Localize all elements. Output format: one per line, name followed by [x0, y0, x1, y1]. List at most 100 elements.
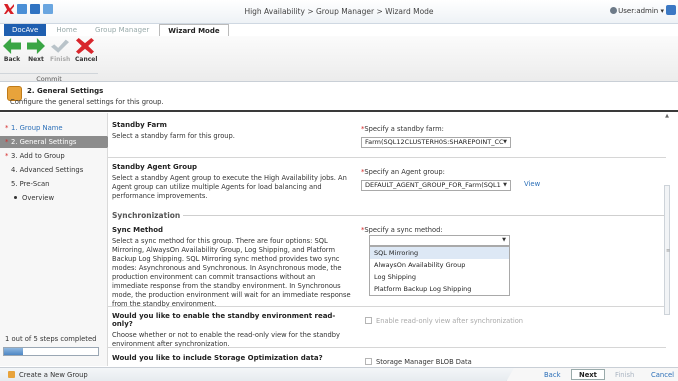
synchronization-section-title: Synchronization: [112, 211, 184, 220]
finish-button[interactable]: Finish: [50, 38, 70, 63]
step-label: Overview: [22, 194, 54, 202]
chevron-down-icon: ▼: [503, 139, 507, 145]
read-only-section: Would you like to enable the standby env…: [112, 312, 352, 349]
create-new-group[interactable]: Create a New Group: [8, 371, 88, 379]
storage-option[interactable]: Storage Manager BLOB Data: [365, 358, 472, 366]
step-label: 1. Group Name: [11, 124, 63, 132]
cancel-x-icon: [76, 38, 94, 54]
storage-blob-checkbox[interactable]: [365, 358, 372, 365]
chevron-down-icon: ▼: [503, 182, 507, 188]
ribbon: Back Next Finish Cancel Commit: [0, 36, 678, 83]
scroll-grip-icon: ≡: [666, 248, 670, 254]
bottom-cancel-button[interactable]: Cancel: [651, 371, 674, 379]
divider: [108, 347, 666, 348]
user-icon: [610, 7, 618, 14]
standby-agent-field: *Specify an Agent group: DEFAULT_AGENT_G…: [361, 168, 511, 191]
tab-home[interactable]: Home: [48, 24, 85, 36]
read-only-title: Would you like to enable the standby env…: [112, 312, 336, 328]
wizard-steps-sidebar: * 1. Group Name * 2. General Settings * 3. …: [0, 113, 113, 366]
back-label: Back: [3, 56, 21, 63]
help-icon[interactable]: [666, 5, 676, 15]
step-overview[interactable]: Overview: [0, 192, 107, 204]
sync-method-label: *Specify a sync method:: [361, 226, 511, 234]
sync-method-field: *Specify a sync method:: [361, 226, 511, 234]
standby-agent-value: DEFAULT_AGENT_GROUP_FOR_Farm(SQL1: [365, 181, 501, 189]
create-group-icon: [8, 371, 15, 378]
scroll-up-icon[interactable]: ▲: [665, 113, 669, 119]
user-label: User:admin: [618, 7, 659, 15]
read-only-checkbox-label: Enable read-only view after synchronizat…: [376, 317, 524, 325]
sync-option-alwayson[interactable]: AlwaysOn Availability Group: [370, 259, 509, 271]
standby-agent-label-text: Specify an Agent group:: [364, 168, 445, 176]
step-general-settings[interactable]: * 2. General Settings: [0, 136, 113, 148]
step-subtitle: Configure the general settings for this …: [10, 98, 164, 106]
title-bar: High Availability > Group Manager > Wiza…: [0, 0, 678, 24]
standby-agent-title: Standby Agent Group: [112, 163, 198, 171]
bullet-icon: [14, 196, 17, 199]
finish-check-icon: [51, 39, 69, 53]
standby-farm-title: Standby Farm: [112, 121, 167, 129]
bottom-finish-button[interactable]: Finish: [615, 371, 634, 379]
read-only-option[interactable]: Enable read-only view after synchronizat…: [365, 317, 523, 325]
view-agent-link[interactable]: View: [524, 180, 540, 188]
back-button[interactable]: Back: [2, 38, 22, 63]
required-marker: *: [5, 124, 9, 132]
standby-agent-section: Standby Agent Group Select a standby Age…: [112, 163, 348, 201]
standby-farm-select[interactable]: Farm(SQL12CLUSTERH0S:SHAREPOINT_CC ▼: [361, 137, 511, 148]
sync-option-sql-mirroring[interactable]: SQL Mirroring: [370, 247, 509, 259]
sync-method-dropdown: SQL Mirroring AlwaysOn Availability Grou…: [369, 246, 510, 296]
cancel-label: Cancel: [75, 56, 98, 63]
vertical-scrollbar[interactable]: ≡: [664, 185, 670, 315]
tab-wizard-mode[interactable]: Wizard Mode: [159, 24, 229, 36]
step-pre-scan[interactable]: 5. Pre-Scan: [0, 178, 107, 190]
standby-farm-desc: Select a standby farm for this group.: [112, 132, 235, 140]
next-button[interactable]: Next: [26, 38, 46, 63]
next-label: Next: [28, 56, 44, 63]
sync-method-section: Sync Method Select a sync method for thi…: [112, 226, 352, 309]
standby-farm-field: *Specify a standby farm: Farm(SQL12CLUST…: [361, 125, 511, 148]
progress-bar: [3, 347, 99, 356]
read-only-checkbox[interactable]: [365, 317, 372, 324]
storage-title: Would you like to include Storage Optimi…: [112, 354, 323, 362]
next-arrow-icon: [27, 38, 45, 54]
standby-farm-value: Farm(SQL12CLUSTERH0S:SHAREPOINT_CC: [365, 138, 504, 146]
sync-option-log-shipping[interactable]: Log Shipping: [370, 271, 509, 283]
standby-agent-select[interactable]: DEFAULT_AGENT_GROUP_FOR_Farm(SQL1 ▼: [361, 180, 511, 191]
storage-section: Would you like to include Storage Optimi…: [112, 354, 352, 362]
standby-farm-section: Standby Farm Select a standby farm for t…: [112, 121, 348, 141]
finish-label: Finish: [50, 56, 71, 63]
standby-agent-label: *Specify an Agent group:: [361, 168, 511, 176]
sync-method-label-text: Specify a sync method:: [364, 226, 443, 234]
tab-docave[interactable]: DocAve: [4, 24, 47, 36]
app-tabs: DocAve Home Group Manager Wizard Mode: [4, 24, 229, 36]
step-label: 4. Advanced Settings: [11, 166, 84, 174]
main-content: ▲ Standby Farm Select a standby farm for…: [108, 113, 670, 366]
step-title: 2. General Settings: [27, 87, 104, 95]
sync-option-platform-backup[interactable]: Platform Backup Log Shipping: [370, 283, 509, 295]
user-menu[interactable]: User:admin ▾: [610, 7, 664, 15]
storage-blob-checkbox-label: Storage Manager BLOB Data: [376, 358, 472, 366]
standby-agent-desc: Select a standby Agent group to execute …: [112, 174, 347, 200]
chevron-down-icon: ▼: [502, 237, 506, 243]
step-label: 2. General Settings: [11, 138, 77, 146]
bottom-back-button[interactable]: Back: [544, 371, 561, 379]
cancel-button[interactable]: Cancel: [75, 38, 98, 63]
standby-farm-label-text: Specify a standby farm:: [364, 125, 444, 133]
bottom-next-button[interactable]: Next: [571, 369, 605, 380]
tab-group-manager[interactable]: Group Manager: [87, 24, 157, 36]
divider: [108, 157, 666, 158]
step-label: 5. Pre-Scan: [11, 180, 50, 188]
required-marker: *: [5, 152, 9, 160]
synchronization-divider: [180, 215, 666, 216]
progress-text: 1 out of 5 steps completed: [5, 335, 97, 343]
step-add-to-group[interactable]: * 3. Add to Group: [0, 150, 107, 162]
back-arrow-icon: [3, 38, 21, 54]
wizard-nav: Back Next Finish Cancel: [506, 368, 678, 381]
sync-method-desc: Select a sync method for this group. The…: [112, 237, 351, 308]
required-marker: *: [5, 138, 9, 146]
step-advanced-settings[interactable]: 4. Advanced Settings: [0, 164, 107, 176]
sync-method-title: Sync Method: [112, 226, 164, 234]
sync-method-select[interactable]: ▼: [369, 235, 510, 246]
create-group-label: Create a New Group: [19, 371, 88, 379]
step-group-name[interactable]: * 1. Group Name: [0, 122, 107, 134]
